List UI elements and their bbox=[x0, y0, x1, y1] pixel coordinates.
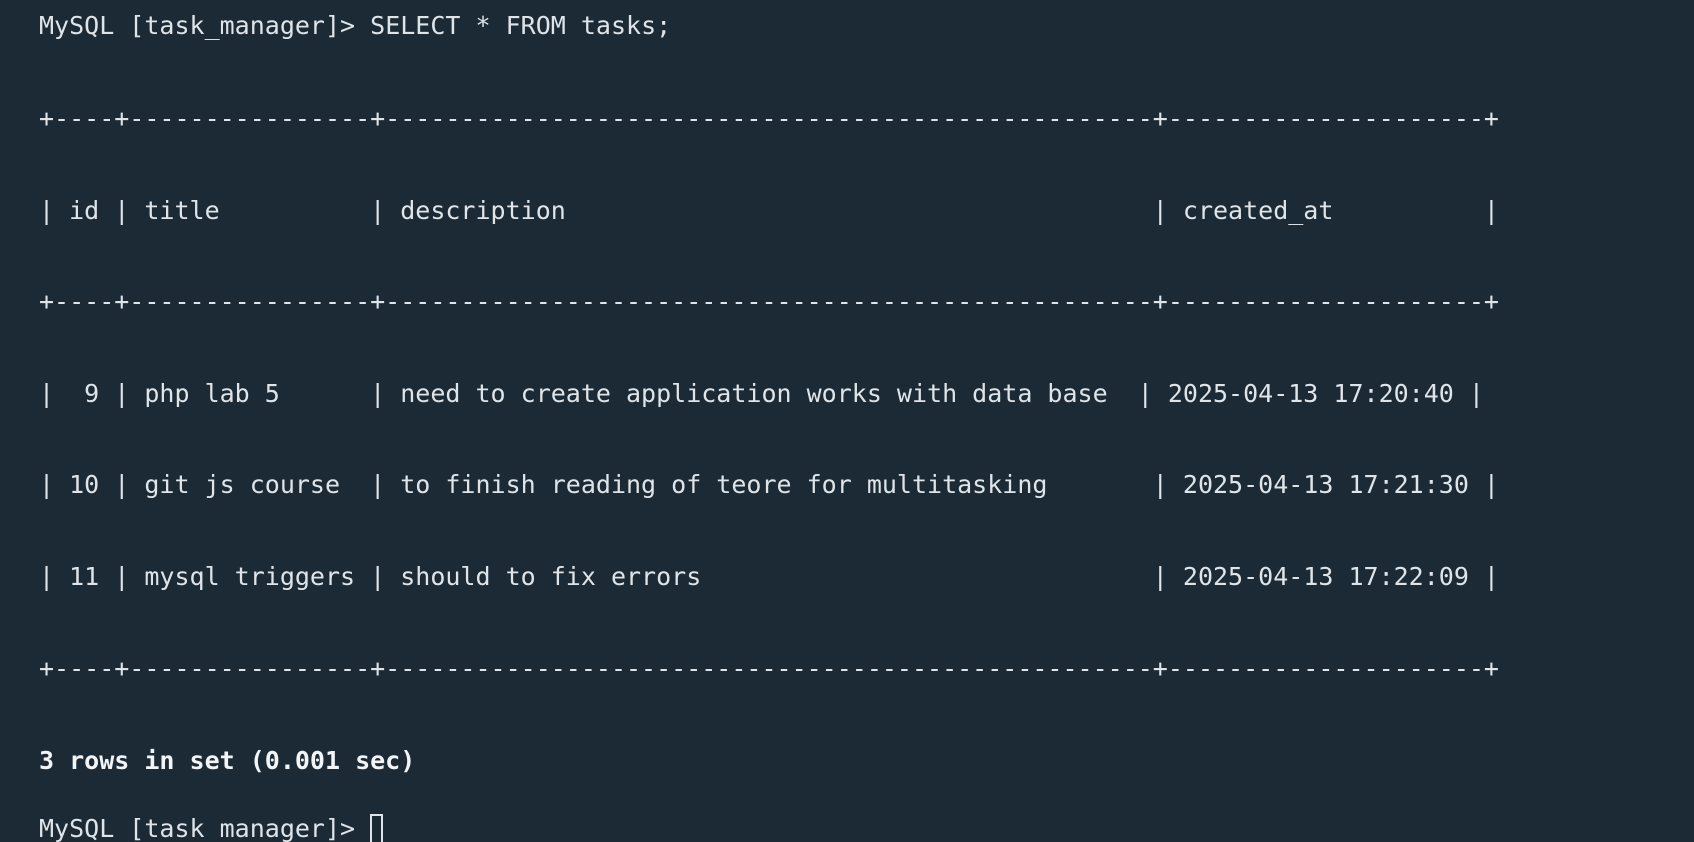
text-cursor[interactable] bbox=[370, 814, 384, 842]
table-header: | id | title | description | created_at … bbox=[39, 195, 1499, 225]
table-row: | 10 | git js course | to finish reading… bbox=[39, 470, 1499, 500]
prompt: MySQL [task_manager]> bbox=[39, 814, 371, 842]
prompt: MySQL [task_manager]> bbox=[39, 11, 371, 40]
table-row: | 11 | mysql triggers | should to fix er… bbox=[39, 561, 1499, 591]
result-table: +----+----------------+-----------------… bbox=[39, 44, 1694, 743]
table-border-bottom: +----+----------------+-----------------… bbox=[39, 653, 1499, 683]
result-summary: 3 rows in set (0.001 sec) bbox=[39, 746, 416, 776]
table-row: | 9 | php lab 5 | need to create applica… bbox=[39, 378, 1484, 408]
command-line: MySQL [task_manager]> SELECT * FROM task… bbox=[39, 8, 1694, 44]
input-line[interactable]: MySQL [task_manager]> bbox=[39, 811, 1694, 842]
command-text: SELECT * FROM tasks; bbox=[370, 11, 672, 40]
table-border-header: +----+----------------+-----------------… bbox=[39, 287, 1499, 317]
table-border-top: +----+----------------+-----------------… bbox=[39, 104, 1499, 133]
terminal-window[interactable]: MySQL [task_manager]> SELECT * FROM task… bbox=[0, 0, 1694, 842]
